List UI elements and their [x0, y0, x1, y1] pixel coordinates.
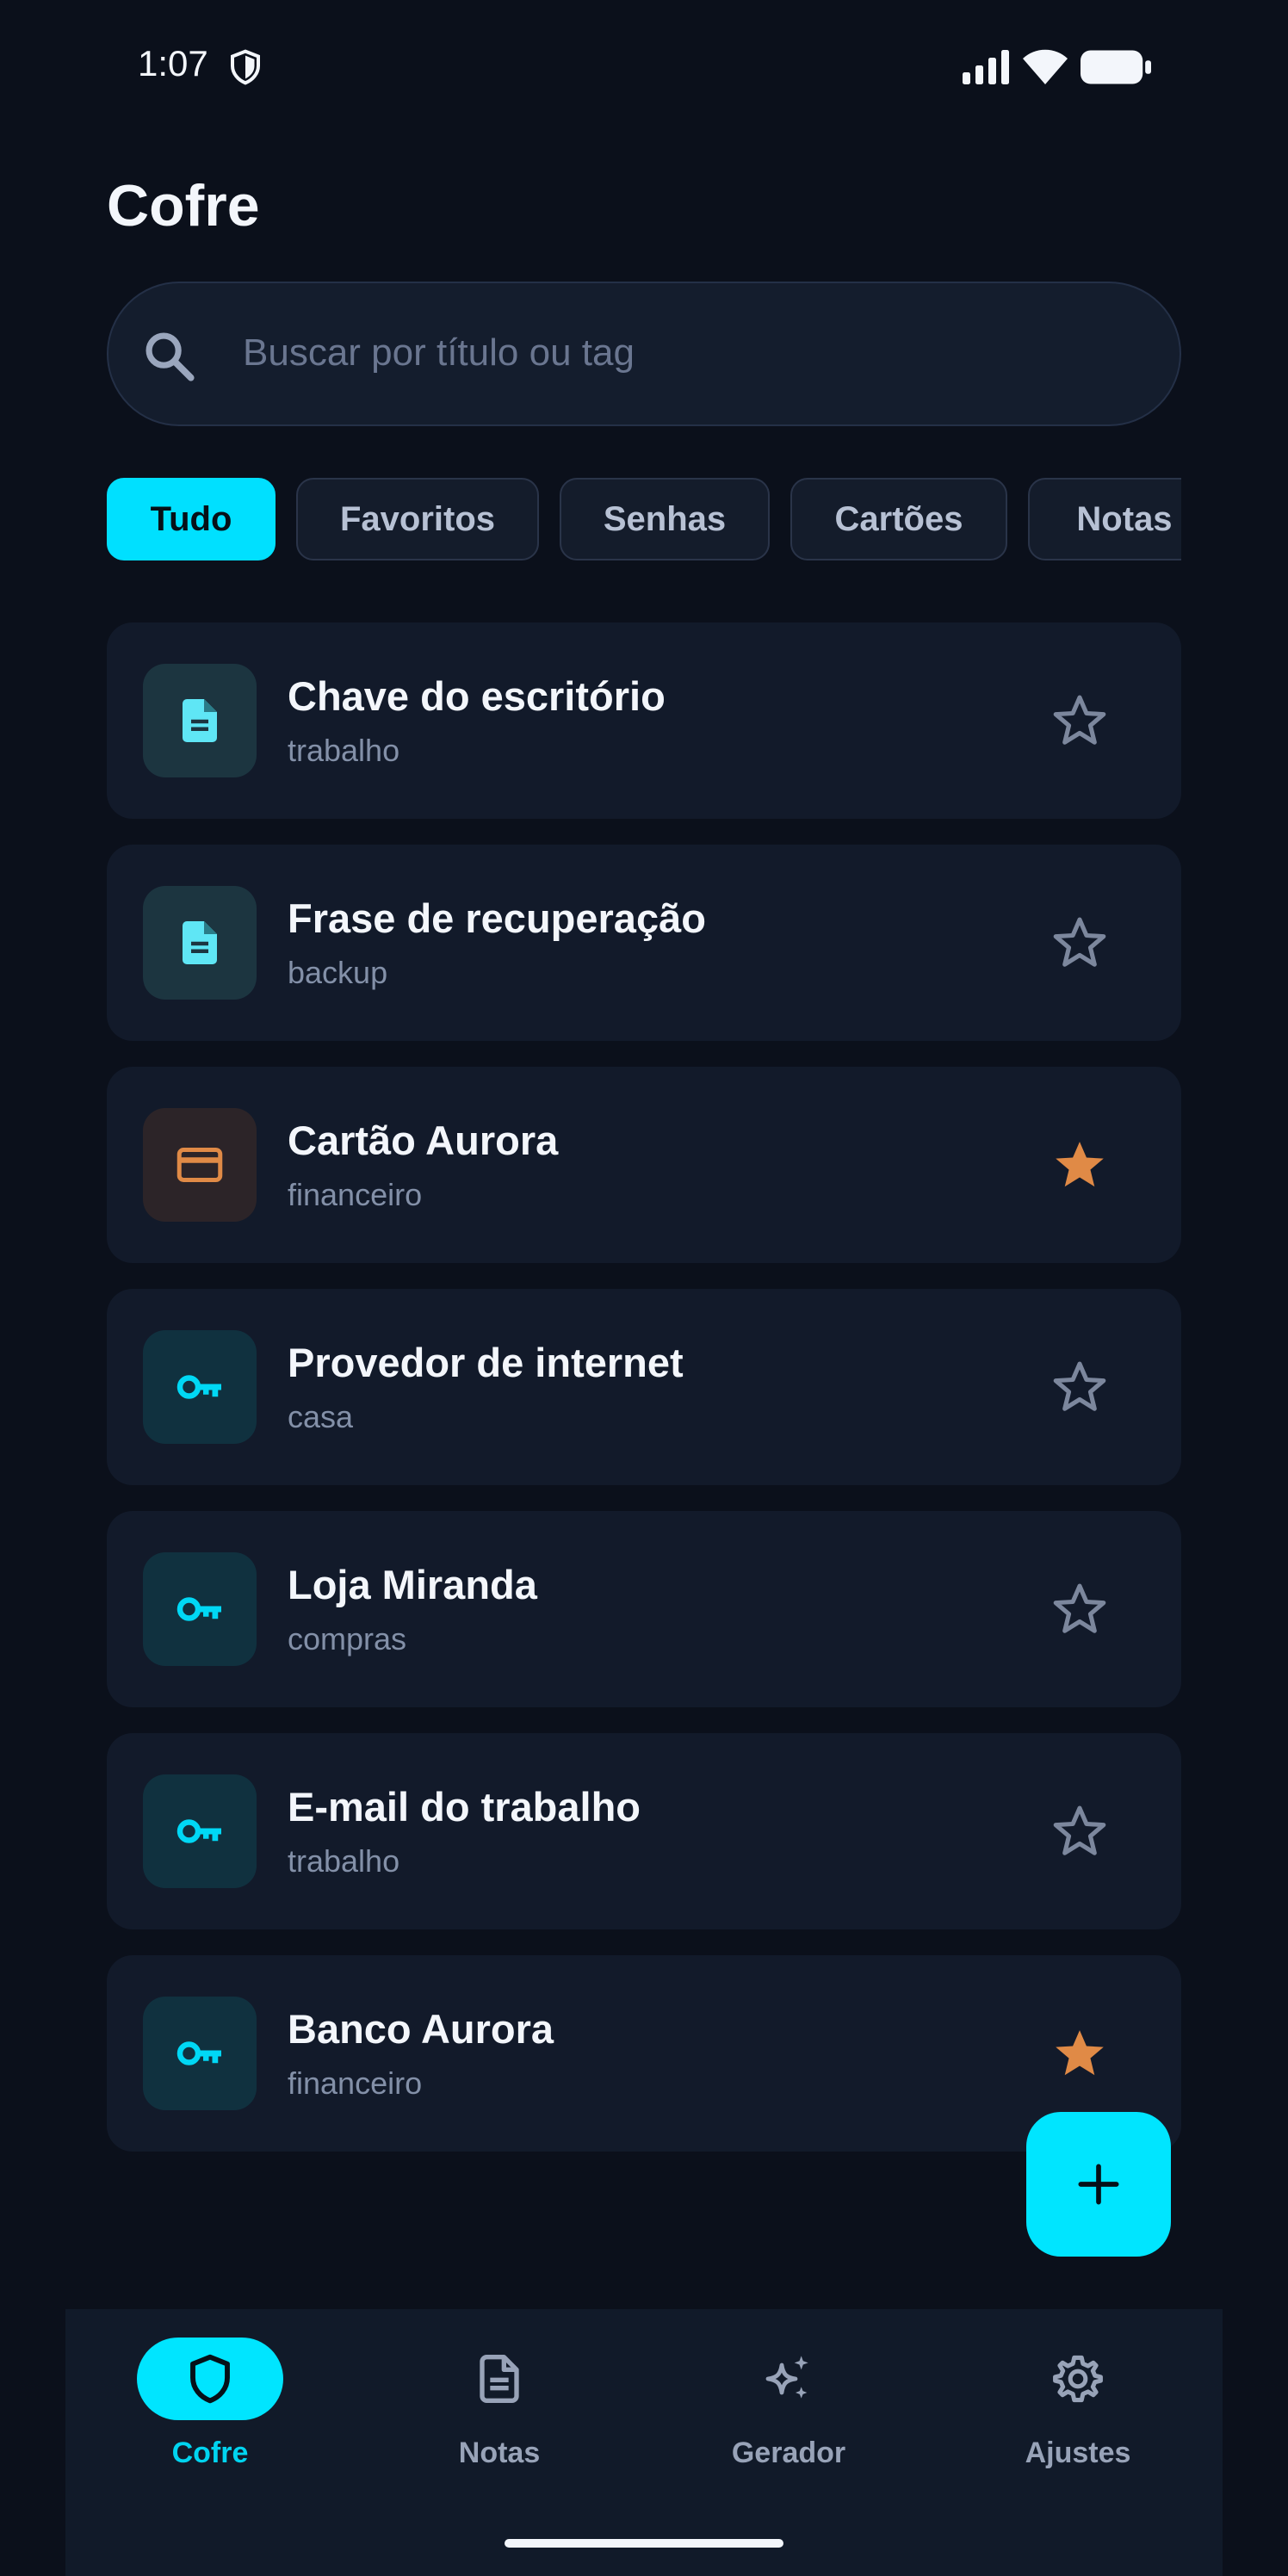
- nav-item-ajustes[interactable]: Ajustes: [933, 2309, 1223, 2481]
- star-outline-icon[interactable]: [1050, 1358, 1109, 1416]
- list-item[interactable]: Cartão Aurora financeiro: [107, 1067, 1181, 1263]
- battery-icon: [1081, 50, 1151, 84]
- item-tag: financeiro: [288, 1177, 423, 1212]
- status-bar: 1:07: [0, 0, 1288, 138]
- list-item[interactable]: Frase de recuperação backup: [107, 845, 1181, 1041]
- document-icon: [143, 664, 257, 777]
- list-item[interactable]: Provedor de internet casa: [107, 1289, 1181, 1485]
- item-title: Cartão Aurora: [288, 1118, 559, 1163]
- wifi-icon: [1023, 49, 1068, 84]
- list-item[interactable]: E-mail do trabalho trabalho: [107, 1733, 1181, 1929]
- bottom-navigation: Cofre Notas Gerador Ajustes: [65, 2309, 1223, 2576]
- nav-item-cofre[interactable]: Cofre: [65, 2309, 355, 2481]
- document-icon: [480, 2355, 519, 2403]
- filter-chip-notas[interactable]: Notas: [1028, 478, 1181, 560]
- item-tag: trabalho: [288, 1843, 400, 1879]
- add-item-button[interactable]: [1026, 2112, 1171, 2257]
- nav-icon-container: [426, 2338, 573, 2420]
- cellular-signal-icon: [963, 50, 1009, 84]
- list-item[interactable]: Loja Miranda compras: [107, 1511, 1181, 1707]
- nav-label: Notas: [458, 2437, 541, 2469]
- nav-icon-container: [137, 2338, 283, 2420]
- status-time: 1:07: [138, 43, 208, 84]
- vault-screen: 1:07 Cofre Buscar por título ou tag Tudo…: [0, 0, 1288, 2576]
- nav-label: Cofre: [171, 2437, 249, 2469]
- key-icon: [143, 1774, 257, 1888]
- document-icon: [143, 886, 257, 1000]
- item-title: Chave do escritório: [288, 673, 666, 719]
- item-tag: financeiro: [288, 2065, 423, 2101]
- key-icon: [143, 1997, 257, 2110]
- item-title: Banco Aurora: [288, 2006, 554, 2052]
- nav-icon-container: [715, 2338, 862, 2420]
- home-indicator[interactable]: [505, 2539, 783, 2548]
- filter-chips: Tudo Favoritos Senhas Cartões Notas: [107, 478, 1181, 560]
- filter-chip-cartoes[interactable]: Cartões: [790, 478, 1007, 560]
- item-tag: casa: [288, 1399, 354, 1434]
- search-icon: [146, 332, 195, 381]
- nav-item-gerador[interactable]: Gerador: [644, 2309, 933, 2481]
- shield-icon: [190, 2354, 230, 2404]
- item-title: E-mail do trabalho: [288, 1784, 641, 1830]
- nav-icon-container: [1005, 2338, 1151, 2420]
- item-title: Provedor de internet: [288, 1340, 684, 1385]
- item-title: Frase de recuperação: [288, 895, 706, 941]
- nav-label: Gerador: [731, 2437, 846, 2469]
- item-tag: backup: [288, 955, 388, 990]
- key-icon: [143, 1552, 257, 1666]
- key-icon: [143, 1330, 257, 1444]
- filter-chip-tudo[interactable]: Tudo: [107, 478, 276, 560]
- credit-card-icon: [143, 1108, 257, 1222]
- page-title: Cofre: [107, 173, 260, 238]
- plus-icon: [1078, 2164, 1119, 2205]
- item-tag: compras: [288, 1621, 407, 1656]
- star-filled-icon[interactable]: [1050, 2024, 1109, 2083]
- filter-chip-senhas[interactable]: Senhas: [560, 478, 770, 560]
- list-item[interactable]: Banco Aurora financeiro: [107, 1955, 1181, 2152]
- nav-item-notas[interactable]: Notas: [355, 2309, 644, 2481]
- search-input[interactable]: Buscar por título ou tag: [107, 282, 1181, 426]
- shield-status-icon: [231, 49, 260, 85]
- item-title: Loja Miranda: [288, 1562, 537, 1607]
- search-placeholder: Buscar por título ou tag: [243, 331, 635, 374]
- sparkles-icon: [765, 2356, 808, 2399]
- star-filled-icon[interactable]: [1050, 1136, 1109, 1194]
- list-item[interactable]: Chave do escritório trabalho: [107, 622, 1181, 819]
- nav-label: Ajustes: [1025, 2437, 1131, 2469]
- star-outline-icon[interactable]: [1050, 913, 1109, 972]
- star-outline-icon[interactable]: [1050, 1580, 1109, 1638]
- item-tag: trabalho: [288, 733, 400, 768]
- star-outline-icon[interactable]: [1050, 691, 1109, 750]
- gear-icon: [1053, 2355, 1103, 2403]
- star-outline-icon[interactable]: [1050, 1802, 1109, 1861]
- filter-chip-favoritos[interactable]: Favoritos: [296, 478, 539, 560]
